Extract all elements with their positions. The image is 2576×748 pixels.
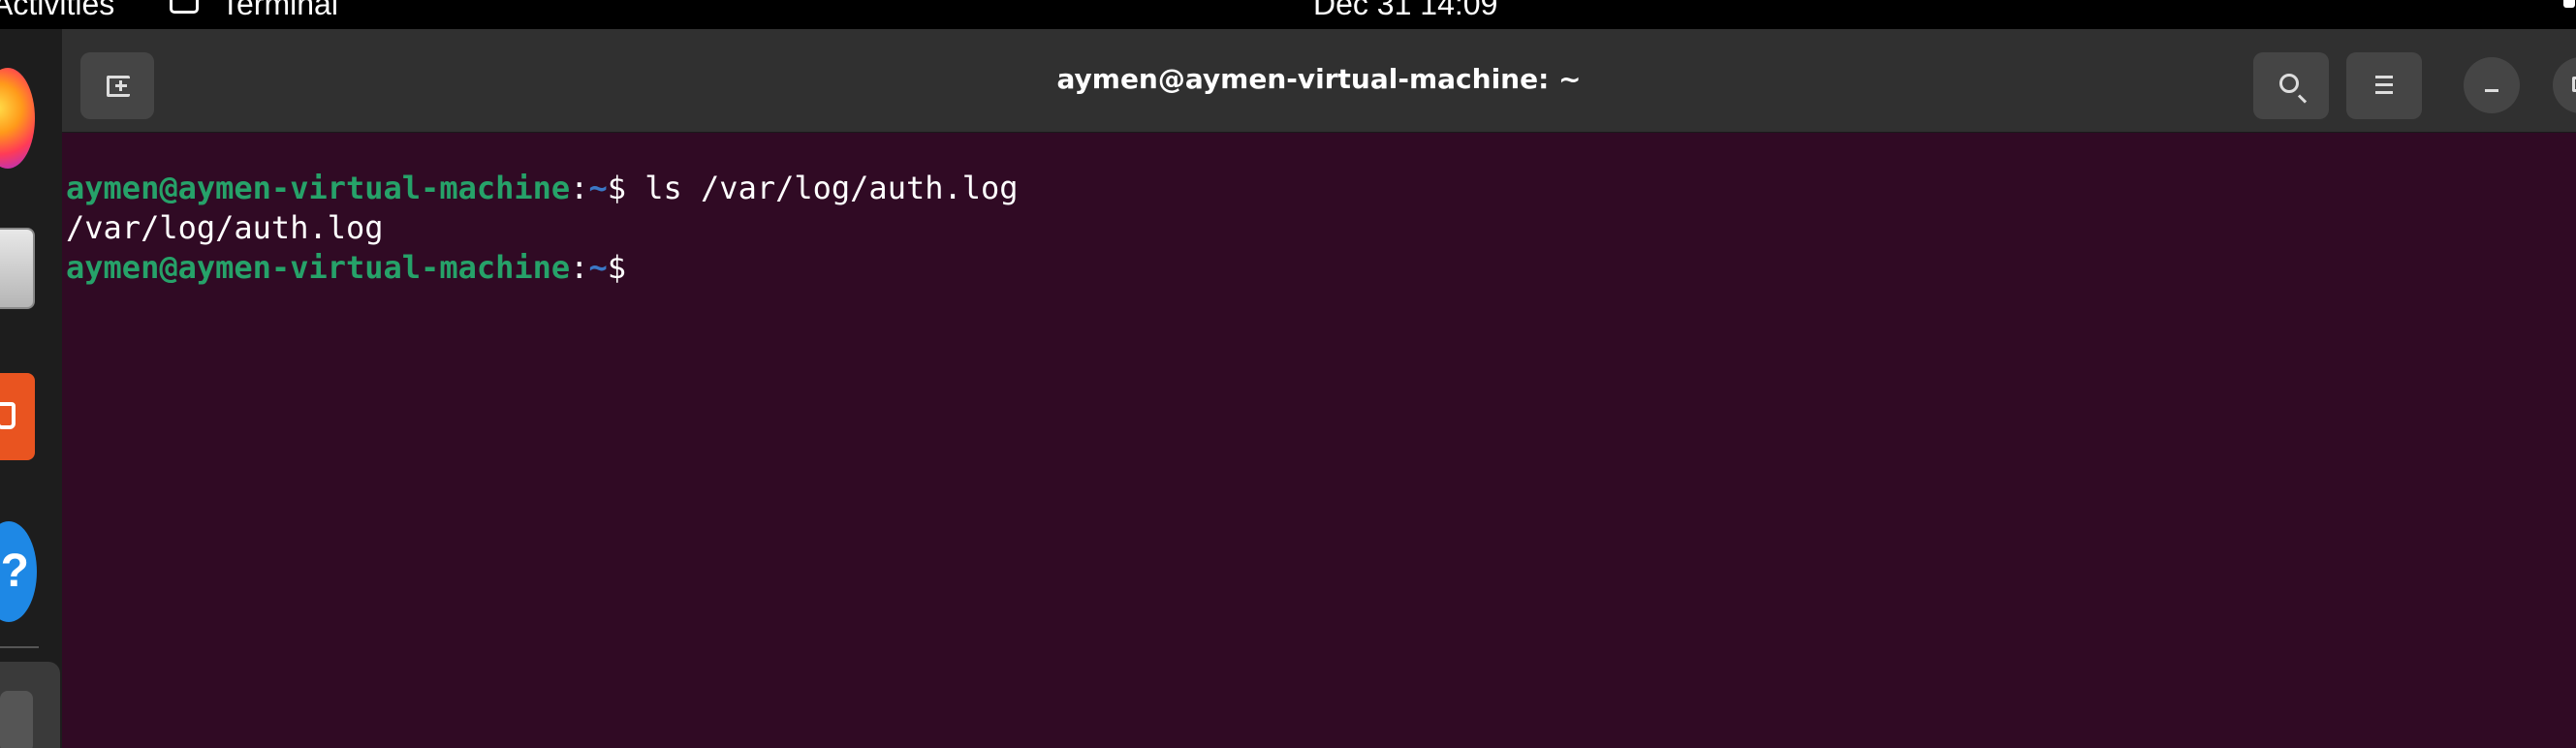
maximize-button[interactable]	[2553, 57, 2576, 113]
app-menu-label[interactable]: Terminal	[221, 0, 338, 19]
window-title: aymen@aymen-virtual-machine: ~	[1056, 63, 1582, 95]
terminal-window: aymen@aymen-virtual-machine: ~ aymen@aym…	[62, 29, 2576, 748]
help-icon[interactable]: ?	[0, 521, 37, 622]
shopping-bag-icon	[0, 402, 16, 429]
prompt-user-host: aymen@aymen-virtual-machine	[66, 249, 571, 286]
terminal-app-icon	[170, 0, 199, 14]
terminal-icon-glyph	[0, 691, 33, 748]
prompt-path: ~	[588, 170, 608, 206]
prompt-separator: :	[570, 249, 589, 286]
minimize-button[interactable]	[2464, 57, 2520, 113]
command-output: /var/log/auth.log	[66, 209, 384, 246]
activities-button[interactable]: Activities	[0, 0, 114, 19]
files-icon[interactable]	[0, 228, 35, 309]
dock-separator	[0, 646, 39, 648]
terminal-output[interactable]: aymen@aymen-virtual-machine:~$ ls /var/l…	[62, 133, 2576, 748]
software-store-icon[interactable]	[0, 373, 35, 460]
search-button[interactable]	[2253, 52, 2329, 119]
terminal-line: aymen@aymen-virtual-machine:~$ ls /var/l…	[66, 169, 2576, 208]
top-bar: Activities Terminal Dec 31 14:09	[0, 0, 2576, 29]
prompt-user-host: aymen@aymen-virtual-machine	[66, 170, 571, 206]
search-icon	[2279, 74, 2299, 93]
minimize-icon	[2485, 89, 2498, 92]
prompt-symbol: $	[607, 170, 626, 206]
header-bar[interactable]: aymen@aymen-virtual-machine: ~	[62, 29, 2576, 133]
terminal-line: /var/log/auth.log	[66, 208, 2576, 248]
maximize-icon	[2572, 77, 2576, 92]
system-tray-icon[interactable]	[2563, 0, 2575, 8]
terminal-line: aymen@aymen-virtual-machine:~$	[66, 248, 2576, 288]
prompt-path: ~	[588, 249, 608, 286]
new-tab-button[interactable]	[80, 52, 154, 119]
clock[interactable]: Dec 31 14:09	[1313, 0, 1497, 19]
prompt-separator: :	[570, 170, 589, 206]
prompt-symbol: $	[607, 249, 626, 286]
menu-button[interactable]	[2346, 52, 2422, 119]
new-tab-icon	[107, 76, 130, 97]
terminal-icon[interactable]	[0, 662, 60, 748]
firefox-icon[interactable]	[0, 68, 35, 169]
hamburger-menu-icon	[2375, 76, 2393, 95]
command-input[interactable]	[626, 249, 644, 286]
command-text: ls /var/log/auth.log	[625, 170, 1019, 206]
dock: ?	[0, 29, 62, 748]
